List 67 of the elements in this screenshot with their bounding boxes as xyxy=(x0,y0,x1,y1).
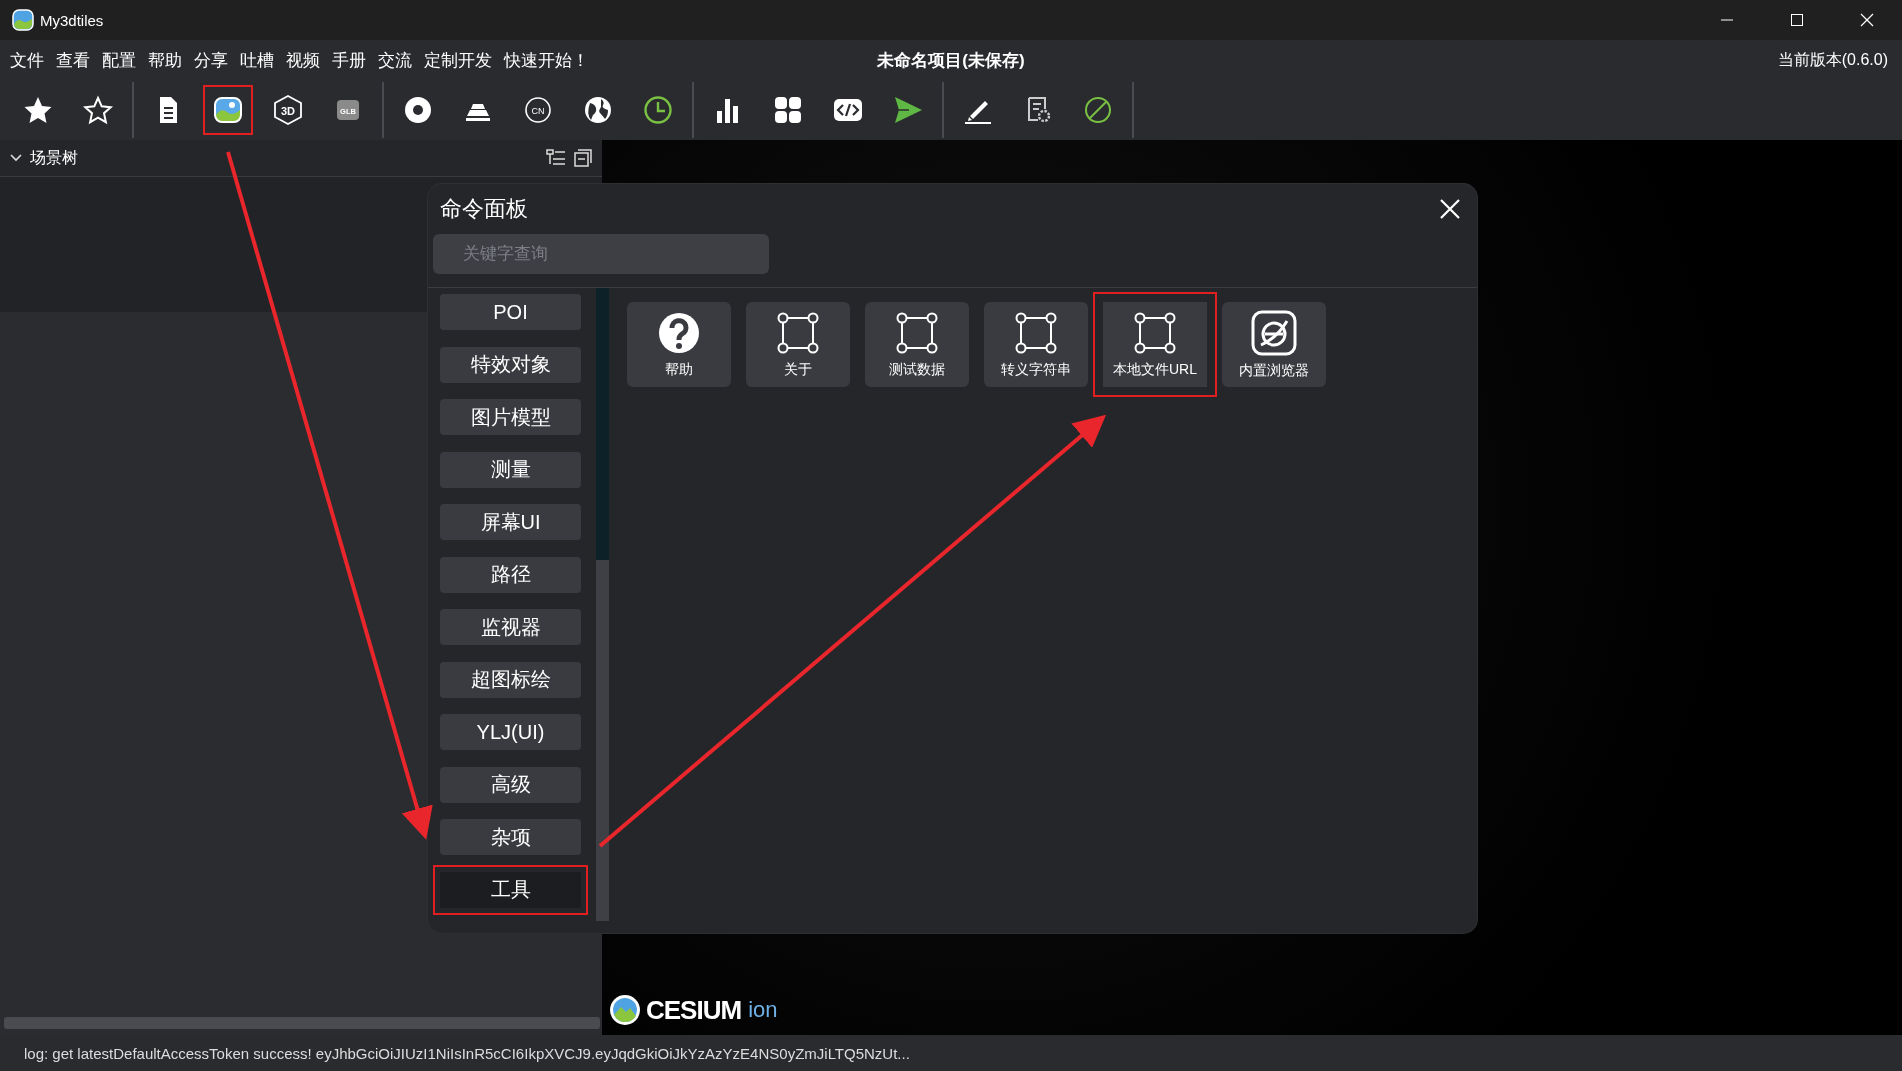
clock-icon xyxy=(642,94,674,126)
scrollbar[interactable] xyxy=(596,288,609,921)
category-button[interactable]: 监视器 xyxy=(440,609,581,645)
logo-wordmark: CESIUM xyxy=(646,994,742,1026)
browser-icon xyxy=(1251,309,1297,356)
command-tile[interactable]: 内置浏览器 xyxy=(1222,302,1326,387)
window-title: My3dtiles xyxy=(40,11,105,29)
chevron-icon[interactable] xyxy=(10,152,22,164)
command-tile[interactable]: 转义字符串 xyxy=(984,302,1088,387)
menu-item[interactable]: 交流 xyxy=(378,48,412,72)
command-tile[interactable]: 本地文件URL xyxy=(1093,292,1217,397)
menu-item[interactable]: 文件 xyxy=(10,48,44,72)
panel-title: 场景树 xyxy=(30,147,79,168)
menu-item[interactable]: 定制开发 xyxy=(424,48,492,72)
maximize-icon xyxy=(1790,13,1804,27)
menu-item[interactable]: 分享 xyxy=(194,48,228,72)
disc-icon xyxy=(402,94,434,126)
menu-item[interactable]: 吐槽 xyxy=(240,48,274,72)
category-button[interactable]: 超图标绘 xyxy=(440,661,581,698)
category-button[interactable]: 测量 xyxy=(440,451,581,488)
cesium-logo-icon xyxy=(608,993,642,1027)
category-button[interactable]: 屏幕UI xyxy=(440,504,581,540)
category-button[interactable]: YLJ(UI) xyxy=(440,714,581,750)
globe-icon xyxy=(582,94,614,126)
help-icon xyxy=(657,310,701,355)
menu-item[interactable]: 快速开始！ xyxy=(504,48,589,72)
close-icon xyxy=(1439,198,1461,220)
horizontal-scrollbar[interactable] xyxy=(4,1017,600,1029)
project-title: 未命名项目(未保存) xyxy=(877,49,1025,72)
cn-circle-button[interactable]: CN xyxy=(513,85,563,135)
app-logo-icon xyxy=(12,9,34,31)
tree-list-icon[interactable] xyxy=(546,149,566,167)
square-nodes-icon xyxy=(1133,310,1177,355)
star-outline-icon xyxy=(82,94,114,126)
category-button[interactable]: 特效对象 xyxy=(440,346,581,383)
category-button[interactable]: POI xyxy=(440,294,581,330)
command-tile[interactable]: 帮助 xyxy=(627,302,731,387)
category-button[interactable]: 路径 xyxy=(440,556,581,593)
category-button[interactable]: 杂项 xyxy=(440,819,581,855)
menu-item[interactable]: 手册 xyxy=(332,48,366,72)
panel-title: 命令面板 xyxy=(440,195,529,223)
menu-item[interactable]: 帮助 xyxy=(148,48,182,72)
image-icon xyxy=(212,94,244,126)
square-nodes-icon xyxy=(776,310,820,355)
ban-icon xyxy=(1082,94,1114,126)
category-button[interactable]: 高级 xyxy=(440,766,581,803)
command-tile[interactable]: 关于 xyxy=(746,302,850,387)
menu-item[interactable]: 查看 xyxy=(56,48,90,72)
category-button[interactable]: 图片模型 xyxy=(440,399,581,435)
cube-3d-icon: 3D xyxy=(272,94,304,126)
square-nodes-icon xyxy=(895,310,939,355)
menu-item[interactable]: 配置 xyxy=(102,48,136,72)
image-button[interactable] xyxy=(203,85,253,135)
collapse-icon[interactable] xyxy=(574,149,592,167)
search-field[interactable]: 关键字查询 xyxy=(433,234,769,274)
version-label: 当前版本(0.6.0) xyxy=(1777,49,1888,70)
grid-icon xyxy=(772,94,804,126)
square-nodes-icon xyxy=(1014,310,1058,355)
status-log: log: get latestDefaultAccessToken success! eyJhbGciOiJIUzI1NiIsInR5cCI6IkpXVCJ9.eyJqdGkiOiJkYzAzYzE4NS0yZmJiLTQ5NzUt... xyxy=(24,1044,910,1062)
send-icon xyxy=(892,94,924,126)
category-button[interactable]: 工具 xyxy=(433,864,588,915)
cn-circle-icon: CN xyxy=(522,94,554,126)
cube-3d-button[interactable]: 3D xyxy=(263,85,313,135)
logo-suffix: ion xyxy=(748,997,778,1023)
menu-item[interactable]: 视频 xyxy=(286,48,320,72)
command-tile[interactable]: 测试数据 xyxy=(865,302,969,387)
close-icon xyxy=(1860,13,1874,27)
